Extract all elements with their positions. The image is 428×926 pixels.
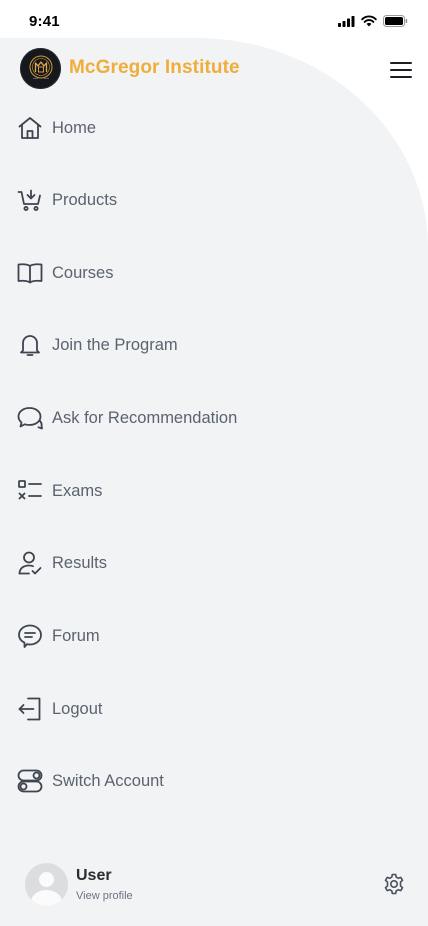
- gear-icon: [384, 873, 404, 895]
- avatar: [25, 863, 68, 906]
- menu-bar: [390, 76, 412, 78]
- checklist-icon: [17, 478, 43, 504]
- nav-item-join-the-program[interactable]: Join the Program: [0, 320, 300, 370]
- nav-label: Home: [52, 118, 97, 137]
- nav-item-exams[interactable]: Exams: [0, 466, 300, 516]
- menu-bar: [390, 69, 412, 71]
- cart-icon: [17, 187, 43, 213]
- profile-text: User View profile: [76, 867, 133, 902]
- institute-logo: [20, 47, 61, 89]
- nav-label: Switch Account: [52, 771, 164, 790]
- battery-icon: [383, 15, 408, 27]
- status-bar: 9:41: [0, 0, 428, 40]
- nav-item-logout[interactable]: Logout: [0, 684, 300, 734]
- status-time: 9:41: [29, 13, 60, 30]
- logout-icon: [17, 696, 43, 722]
- nav-item-courses[interactable]: Courses: [0, 248, 300, 298]
- book-icon: [17, 260, 43, 286]
- nav-item-switch-account[interactable]: Switch Account: [0, 756, 300, 806]
- user-profile[interactable]: User View profile: [25, 863, 133, 906]
- nav-label: Ask for Recommendation: [52, 408, 238, 427]
- nav-item-products[interactable]: Products: [0, 175, 300, 225]
- profile-name: User: [76, 867, 112, 884]
- nav-label: Exams: [52, 481, 103, 500]
- user-check-icon: [17, 550, 43, 576]
- nav-label: Courses: [52, 263, 114, 282]
- status-icons: [338, 15, 408, 27]
- bell-icon: [17, 332, 43, 358]
- nav-label: Products: [52, 190, 118, 209]
- menu-bar: [390, 62, 412, 64]
- toggle-icon: [17, 768, 43, 794]
- nav-label: Logout: [52, 699, 103, 718]
- drawer-header: McGregor Institute: [20, 47, 240, 89]
- brand-name: McGregor Institute: [69, 57, 240, 78]
- message-icon: [17, 623, 43, 649]
- nav-label: Forum: [52, 626, 100, 645]
- nav-label: Results: [52, 553, 108, 572]
- nav-label: Join the Program: [52, 335, 178, 354]
- cellular-signal-icon: [338, 15, 355, 27]
- crest-icon: [29, 55, 52, 79]
- chat-bubbles-icon: [17, 405, 43, 431]
- hamburger-menu-button[interactable]: [388, 59, 414, 81]
- nav-item-ask-for-recommendation[interactable]: Ask for Recommendation: [0, 393, 300, 443]
- nav-item-home[interactable]: Home: [0, 103, 300, 153]
- nav-item-results[interactable]: Results: [0, 538, 300, 588]
- avatar-head: [39, 872, 54, 887]
- wifi-icon: [361, 15, 377, 27]
- settings-button[interactable]: [382, 872, 406, 896]
- home-icon: [17, 115, 43, 141]
- nav-item-forum[interactable]: Forum: [0, 611, 300, 661]
- avatar-body: [31, 890, 62, 906]
- view-profile-link[interactable]: View profile: [76, 890, 133, 902]
